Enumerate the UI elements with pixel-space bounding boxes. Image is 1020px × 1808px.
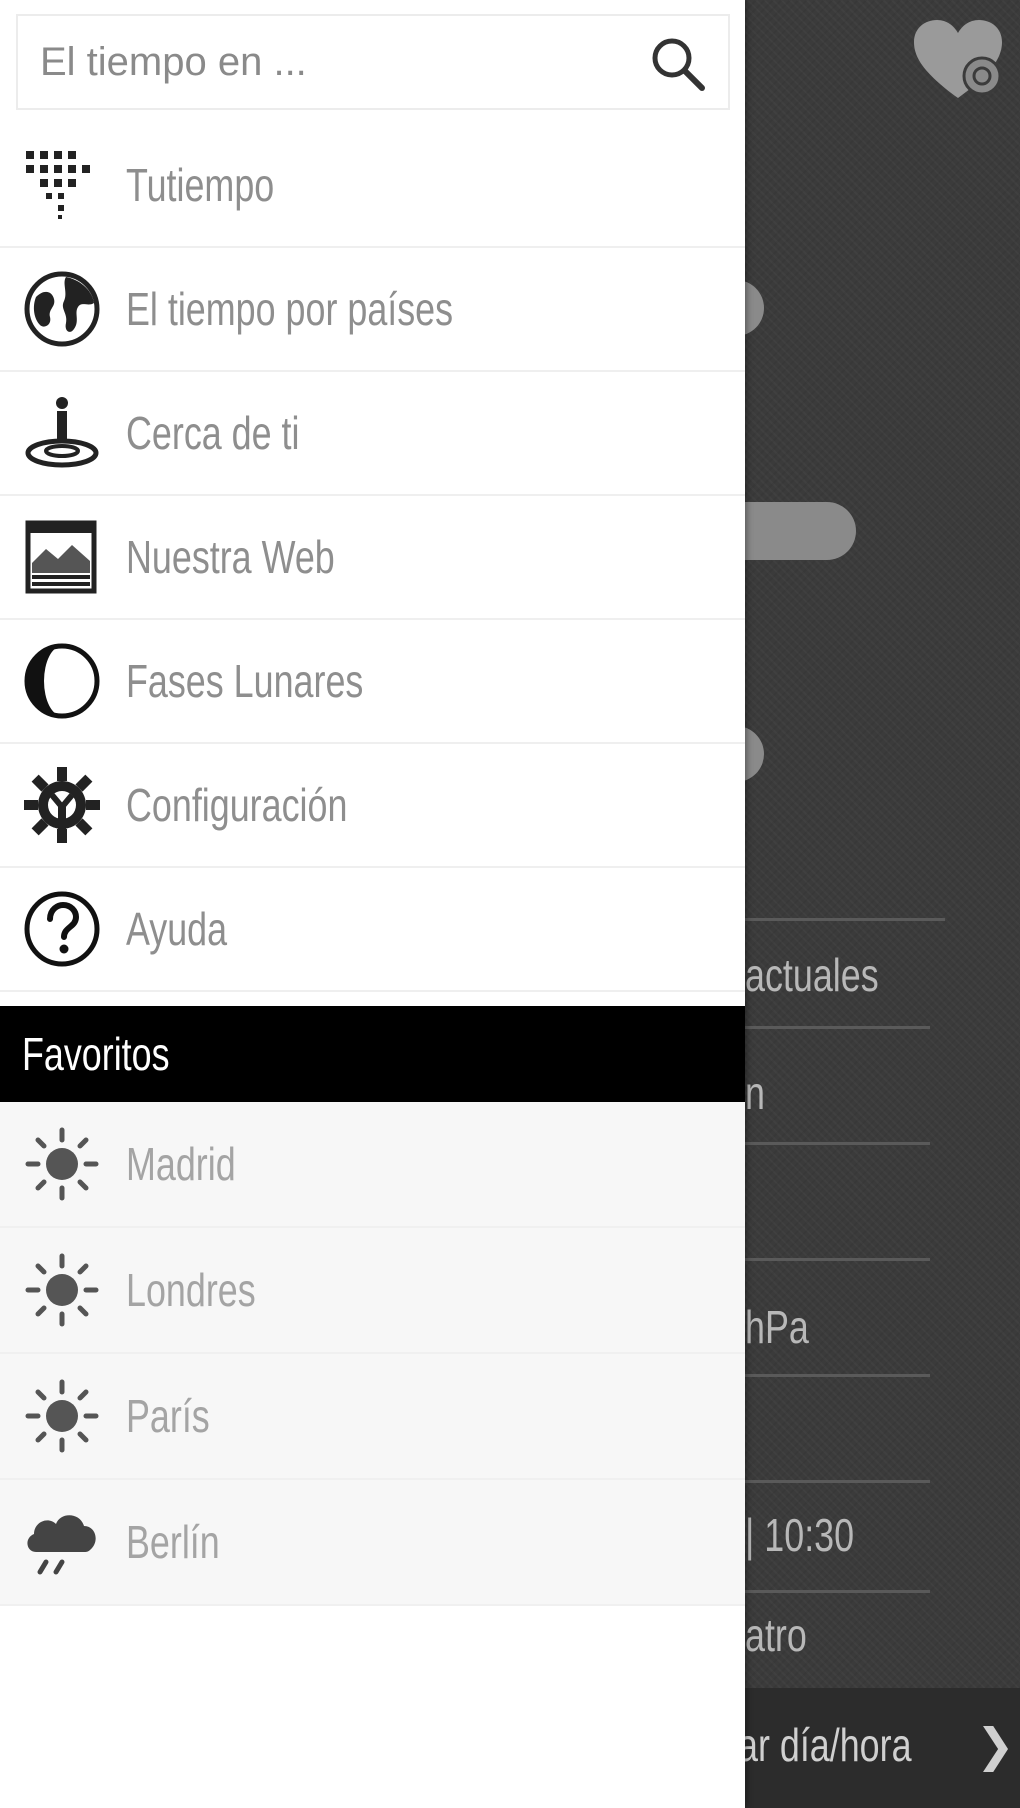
menu-item-label: El tiempo por países — [126, 283, 454, 335]
favorite-item-label: Berlín — [126, 1516, 220, 1568]
favorite-item-label: Madrid — [126, 1138, 236, 1190]
background-text: actuales — [745, 949, 879, 1001]
sun-icon — [25, 1379, 99, 1453]
background-text: atro — [745, 1609, 807, 1661]
background-divider — [745, 1374, 930, 1377]
chevron-right-icon: ❯ — [976, 1719, 1015, 1771]
favorites-title: Favoritos — [22, 1028, 170, 1080]
favorites-list: Madrid Londres París Berlín — [0, 1102, 745, 1606]
globe-icon — [24, 271, 100, 347]
help-icon — [24, 891, 100, 967]
menu-item-countries[interactable]: El tiempo por países — [0, 248, 745, 372]
favorite-item-label: Londres — [126, 1264, 256, 1316]
background-divider — [745, 1258, 930, 1261]
web-page-icon — [25, 520, 97, 594]
menu-item-our-web[interactable]: Nuestra Web — [0, 496, 745, 620]
sun-icon — [25, 1253, 99, 1327]
location-person-icon — [25, 397, 99, 468]
main-menu: Tutiempo El tiempo por países Cerca de t… — [0, 124, 745, 992]
menu-item-label: Cerca de ti — [126, 407, 300, 459]
favorite-item-londres[interactable]: Londres — [0, 1228, 745, 1354]
background-divider — [745, 1142, 930, 1145]
gear-icon — [24, 767, 100, 843]
dots-grid-icon — [26, 151, 90, 219]
favorite-heart-icon[interactable] — [912, 18, 1004, 102]
moon-phase-icon — [24, 643, 100, 719]
background-divider — [745, 1480, 930, 1483]
background-divider — [745, 1026, 930, 1029]
rain-cloud-icon — [27, 1515, 96, 1575]
menu-item-label: Fases Lunares — [126, 655, 364, 707]
search-input[interactable] — [28, 16, 652, 108]
search-icon[interactable] — [648, 34, 706, 92]
favorite-item-label: París — [126, 1390, 210, 1442]
favorite-item-berlin[interactable]: Berlín — [0, 1480, 745, 1606]
change-date-time-label: ar día/hora — [738, 1719, 912, 1771]
favorite-item-madrid[interactable]: Madrid — [0, 1102, 745, 1228]
menu-item-label: Nuestra Web — [126, 531, 335, 583]
navigation-drawer: Tutiempo El tiempo por países Cerca de t… — [0, 0, 745, 1808]
menu-item-label: Tutiempo — [126, 159, 275, 211]
menu-item-label: Ayuda — [126, 903, 228, 955]
background-divider — [745, 918, 945, 921]
sun-icon — [25, 1127, 99, 1201]
favorites-header: Favoritos — [0, 1006, 745, 1102]
menu-item-label: Configuración — [126, 779, 348, 831]
menu-item-tutiempo[interactable]: Tutiempo — [0, 124, 745, 248]
menu-item-help[interactable]: Ayuda — [0, 868, 745, 992]
search-box — [16, 14, 730, 110]
background-text: n — [745, 1067, 765, 1119]
background-divider — [745, 1590, 930, 1593]
menu-item-settings[interactable]: Configuración — [0, 744, 745, 868]
background-text: hPa — [745, 1301, 809, 1353]
menu-item-moon-phases[interactable]: Fases Lunares — [0, 620, 745, 744]
background-text: | 10:30 — [745, 1509, 855, 1561]
menu-item-near-you[interactable]: Cerca de ti — [0, 372, 745, 496]
favorite-item-paris[interactable]: París — [0, 1354, 745, 1480]
